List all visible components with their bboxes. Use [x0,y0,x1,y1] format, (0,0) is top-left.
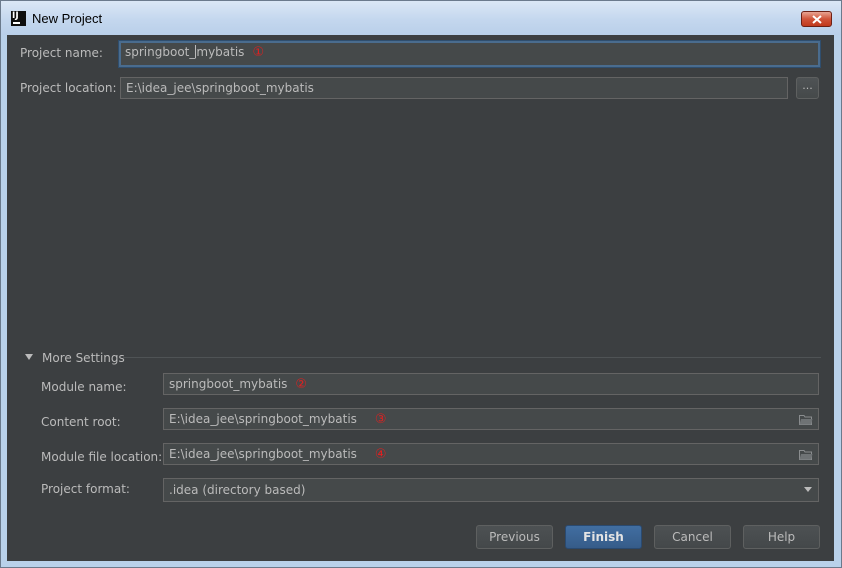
close-button[interactable] [801,11,832,27]
project-format-label: Project format: [41,482,130,496]
title-bar[interactable]: IJ New Project [1,1,841,35]
project-location-label: Project location: [20,81,117,95]
annotation-marker-3: ③ [374,412,387,427]
project-location-input[interactable]: E:\idea_jee\springboot_mybatis [120,77,788,99]
annotation-marker-4: ④ [374,447,387,462]
project-format-select[interactable]: .idea (directory based) [163,478,819,502]
module-file-location-label: Module file location: [41,450,163,464]
content-root-input[interactable]: E:\idea_jee\springboot_mybatis ③ [163,408,819,430]
content-root-value: E:\idea_jee\springboot_mybatis [169,412,357,426]
new-project-dialog: IJ New Project Project name: springboot_… [0,0,842,568]
module-name-value: springboot_mybatis [169,377,288,391]
finish-button[interactable]: Finish [565,525,642,549]
expand-triangle-icon [25,354,33,360]
project-name-value-start: springboot_ [125,45,196,59]
module-name-input[interactable]: springboot_mybatis ② [163,373,819,395]
window-title: New Project [32,11,103,26]
project-location-value: E:\idea_jee\springboot_mybatis [126,81,314,95]
annotation-marker-2: ② [295,377,308,392]
project-name-input[interactable]: springboot_mybatis ① [119,41,820,67]
close-icon [812,15,822,24]
browse-button[interactable]: ... [796,77,819,99]
more-settings-title: More Settings [42,351,125,365]
chevron-down-icon [804,487,812,492]
folder-icon[interactable] [799,414,813,425]
more-settings-toggle[interactable]: More Settings [25,351,821,365]
intellij-idea-icon: IJ [11,11,26,26]
annotation-marker-1: ① [252,45,265,60]
project-name-label: Project name: [20,46,103,60]
module-file-location-input[interactable]: E:\idea_jee\springboot_mybatis ④ [163,443,819,465]
cancel-button[interactable]: Cancel [654,525,731,549]
project-name-value-end: mybatis [196,45,245,59]
module-name-label: Module name: [41,380,127,394]
dialog-body: Project name: springboot_mybatis ① Projec… [7,35,834,561]
content-root-label: Content root: [41,415,121,429]
module-file-location-value: E:\idea_jee\springboot_mybatis [169,447,357,461]
project-format-value: .idea (directory based) [169,483,306,497]
help-button[interactable]: Help [743,525,820,549]
folder-icon[interactable] [799,449,813,460]
section-divider [123,357,821,358]
previous-button[interactable]: Previous [476,525,553,549]
